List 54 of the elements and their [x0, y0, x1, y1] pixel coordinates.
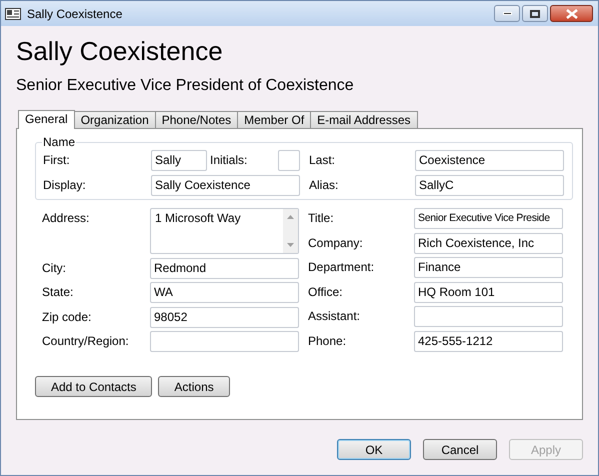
scroll-down-icon[interactable] — [287, 243, 294, 247]
close-button[interactable] — [550, 5, 593, 22]
text-field[interactable] — [150, 331, 299, 352]
initials-field[interactable] — [278, 150, 300, 171]
tab[interactable]: E-mail Addresses — [310, 111, 418, 128]
field-label: Zip code: — [42, 308, 92, 326]
text-field[interactable]: Senior Executive Vice Preside — [414, 208, 563, 229]
address-field[interactable]: 1 Microsoft Way — [150, 208, 299, 254]
close-icon — [566, 8, 578, 18]
field-label: Company: — [308, 234, 364, 252]
field-label: Display: — [43, 177, 87, 194]
maximize-icon — [530, 10, 540, 18]
last-name-field[interactable]: Coexistence — [415, 150, 564, 171]
field-label: Alias: — [308, 177, 340, 194]
field-label: Title: — [308, 210, 335, 227]
field-label: Phone: — [308, 332, 348, 350]
tab[interactable]: General — [18, 110, 75, 129]
field-label: Department: — [308, 259, 376, 276]
dialog-button[interactable]: OK — [337, 439, 411, 460]
text-field[interactable]: 98052 — [150, 306, 299, 328]
field-label: State: — [42, 284, 74, 301]
field-label: Initials: — [209, 152, 248, 169]
field-label: First: — [43, 152, 71, 169]
text-field[interactable]: Rich Coexistence, Inc — [414, 232, 563, 254]
text-field[interactable] — [414, 306, 563, 327]
maximize-button[interactable] — [522, 5, 548, 22]
alias-field[interactable]: SallyC — [415, 175, 564, 196]
panel-button[interactable]: Add to Contacts — [35, 376, 152, 397]
field-label: Address: — [42, 210, 90, 227]
scroll-up-icon[interactable] — [287, 215, 294, 219]
text-field[interactable]: 425-555-1212 — [414, 330, 563, 352]
text-field[interactable]: Finance — [414, 257, 563, 278]
field-label: Assistant: — [308, 308, 362, 325]
minimize-icon — [502, 12, 512, 15]
field-label: Last: — [308, 152, 336, 169]
display-name-field[interactable]: Sally Coexistence — [151, 175, 300, 196]
scrollbar[interactable] — [283, 209, 298, 253]
tab[interactable]: Member Of — [237, 111, 312, 128]
field-label: Country/Region: — [42, 333, 130, 350]
dialog-button[interactable]: Cancel — [423, 439, 497, 460]
text-field[interactable]: Redmond — [150, 258, 299, 278]
text-field[interactable]: HQ Room 101 — [414, 282, 563, 302]
tab[interactable]: Phone/Notes — [154, 111, 238, 128]
text-field[interactable]: WA — [150, 282, 299, 303]
first-name-field[interactable]: Sally — [151, 150, 207, 171]
field-label: City: — [42, 260, 67, 276]
panel-button[interactable]: Actions — [158, 376, 230, 397]
window-title: Sally Coexistence — [27, 6, 122, 22]
field-label: Office: — [308, 284, 344, 300]
contact-card-icon — [5, 8, 21, 20]
tab[interactable]: Organization — [74, 111, 156, 128]
group-label: Name — [42, 135, 76, 149]
contact-name: Sally Coexistence — [16, 35, 224, 67]
job-title: Senior Executive Vice President of Coexistence — [16, 76, 355, 96]
